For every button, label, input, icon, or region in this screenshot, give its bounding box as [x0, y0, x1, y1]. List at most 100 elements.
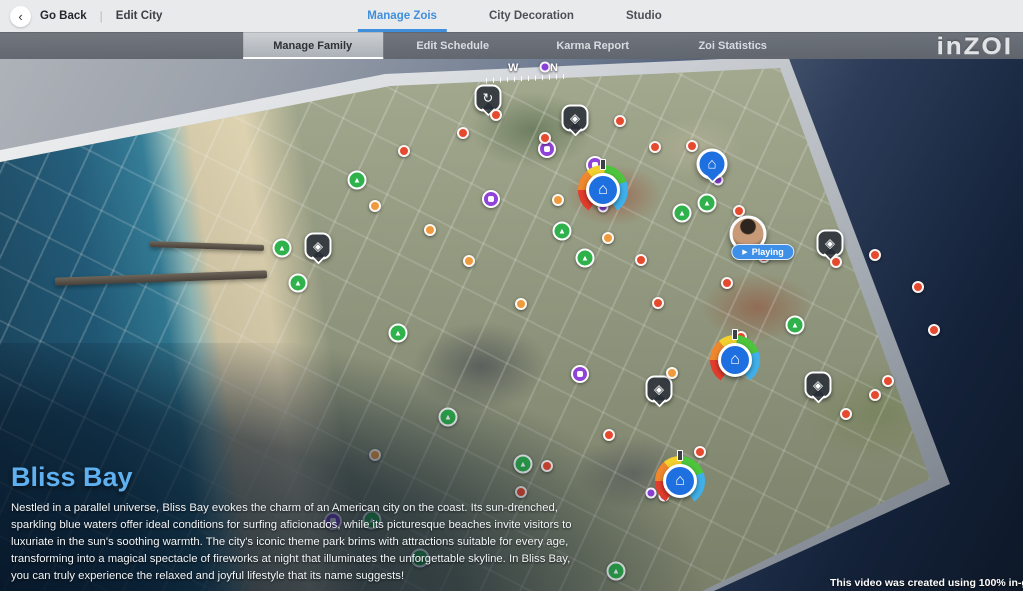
- zoi-dot-marker-orange[interactable]: [552, 194, 564, 206]
- landmark-pin-marker[interactable]: ◈: [805, 372, 832, 399]
- plot-available-marker[interactable]: ▲: [348, 171, 367, 190]
- zoi-dot-marker-red[interactable]: [912, 281, 924, 293]
- zoi-dot-marker-orange[interactable]: [463, 255, 475, 267]
- zoi-dot-marker-red[interactable]: [398, 145, 410, 157]
- landmark-pin-marker[interactable]: ◈: [305, 233, 332, 260]
- zoi-dot-marker-orange[interactable]: [369, 200, 381, 212]
- up-arrow-icon: ▲: [353, 176, 361, 184]
- plot-available-marker[interactable]: ▲: [673, 204, 692, 223]
- playing-status-badge[interactable]: ▶ Playing: [731, 244, 794, 260]
- zoi-dot-marker-orange[interactable]: [666, 367, 678, 379]
- landmark-pin-marker[interactable]: ◈: [562, 105, 589, 132]
- gem-icon: ◈: [813, 379, 823, 392]
- zoi-dot-marker-red[interactable]: [614, 115, 626, 127]
- up-arrow-icon: ▲: [394, 329, 402, 337]
- zoi-dot-marker-orange[interactable]: [369, 449, 381, 461]
- zoi-dot-marker-red[interactable]: [635, 254, 647, 266]
- house-icon: ⌂: [598, 182, 608, 198]
- plot-available-marker[interactable]: ▲: [439, 408, 458, 427]
- rotate-pin-marker[interactable]: ↻: [475, 85, 502, 112]
- up-arrow-icon: ▲: [703, 199, 711, 207]
- zoi-dot-marker-orange[interactable]: [602, 232, 614, 244]
- plot-available-marker[interactable]: ▲: [273, 239, 292, 258]
- landmark-pin-marker[interactable]: ◈: [817, 230, 844, 257]
- compass: W N: [486, 62, 570, 81]
- up-arrow-icon: ▲: [278, 244, 286, 252]
- zoi-dot-marker-red[interactable]: [840, 408, 852, 420]
- zoi-dot-marker-red[interactable]: [490, 109, 502, 121]
- up-arrow-icon: ▲: [678, 209, 686, 217]
- zoi-dot-marker-red[interactable]: [928, 324, 940, 336]
- zoi-dot-marker-red[interactable]: [652, 297, 664, 309]
- compass-north-label: N: [550, 62, 558, 74]
- main-tabs: Manage Zois City Decoration Studio: [363, 0, 665, 32]
- up-arrow-icon: ▲: [558, 227, 566, 235]
- city-name: Bliss Bay: [11, 462, 585, 493]
- back-chevron-icon: ‹: [18, 9, 22, 24]
- city-description: Nestled in a parallel universe, Bliss Ba…: [11, 500, 585, 585]
- gem-icon: ◈: [654, 383, 664, 396]
- video-watermark: This video was created using 100% in-gam…: [830, 577, 1023, 589]
- gauge-needle: [732, 329, 738, 340]
- plot-available-marker[interactable]: ▲: [389, 324, 408, 343]
- zoi-dot-marker-red[interactable]: [603, 429, 615, 441]
- subtab-manage-family[interactable]: Manage Family: [243, 32, 383, 59]
- sub-tabs: Manage FamilyEdit ScheduleKarma ReportZo…: [243, 32, 803, 59]
- compass-west-label: W: [508, 62, 518, 74]
- go-back-label[interactable]: Go Back: [40, 10, 87, 22]
- landmark-pin-marker[interactable]: ◈: [646, 376, 673, 403]
- play-icon: ▶: [742, 248, 747, 256]
- plot-available-marker[interactable]: ▲: [698, 194, 717, 213]
- inzoi-city-screen: W N ⌂⌂⌂⌂↻◈◈◈◈◈▶Playing▲▲▲▲▲▲▲▲▲▲▲▲▲▲ Bli…: [0, 0, 1023, 591]
- home-karma-gauge-marker[interactable]: ⌂: [710, 335, 760, 385]
- up-arrow-icon: ▲: [294, 279, 302, 287]
- zoi-dot-marker-red[interactable]: [882, 375, 894, 387]
- subtab-karma-report[interactable]: Karma Report: [523, 32, 663, 59]
- tab-city-decoration[interactable]: City Decoration: [485, 0, 578, 32]
- up-arrow-icon: ▲: [791, 321, 799, 329]
- home-pin-marker[interactable]: ⌂: [697, 149, 728, 180]
- plot-available-marker[interactable]: ▲: [576, 249, 595, 268]
- up-arrow-icon: ▲: [581, 254, 589, 262]
- gauge-needle: [600, 159, 606, 170]
- home-karma-gauge-marker[interactable]: ⌂: [578, 165, 628, 215]
- zoi-dot-marker-red[interactable]: [686, 140, 698, 152]
- plot-available-marker[interactable]: ▲: [553, 222, 572, 241]
- city-scene: W N ⌂⌂⌂⌂↻◈◈◈◈◈▶Playing▲▲▲▲▲▲▲▲▲▲▲▲▲▲ Bli…: [0, 0, 1023, 591]
- inzoi-logo: inZOI: [937, 31, 1013, 60]
- house-icon: ⌂: [730, 352, 740, 368]
- event-marker[interactable]: [571, 365, 589, 383]
- top-navigation-bar: ‹ Go Back | Edit City Manage Zois City De…: [0, 0, 1023, 32]
- playing-label: Playing: [752, 247, 784, 257]
- tab-studio[interactable]: Studio: [622, 0, 666, 32]
- gauge-needle: [677, 450, 683, 461]
- house-icon: ⌂: [707, 157, 716, 172]
- city-info: Bliss Bay Nestled in a parallel universe…: [11, 462, 585, 585]
- zoi-dot-marker-red[interactable]: [721, 277, 733, 289]
- zoi-dot-marker-red[interactable]: [830, 256, 842, 268]
- tab-manage-zois[interactable]: Manage Zois: [363, 0, 441, 32]
- zoi-dot-marker-orange[interactable]: [515, 298, 527, 310]
- rotate-icon: ↻: [483, 92, 494, 105]
- zoi-dot-marker-red[interactable]: [869, 249, 881, 261]
- zoi-dot-marker-red[interactable]: [869, 389, 881, 401]
- gem-icon: ◈: [570, 112, 580, 125]
- zoi-dot-marker-red[interactable]: [649, 141, 661, 153]
- plot-available-marker[interactable]: ▲: [289, 274, 308, 293]
- plot-available-marker[interactable]: ▲: [786, 316, 805, 335]
- edit-city-button[interactable]: Edit City: [116, 10, 163, 22]
- zoi-dot-marker-red[interactable]: [457, 127, 469, 139]
- subtab-edit-schedule[interactable]: Edit Schedule: [383, 32, 523, 59]
- zoi-dot-marker-orange[interactable]: [424, 224, 436, 236]
- plot-available-marker[interactable]: ▲: [607, 562, 626, 581]
- gem-icon: ◈: [313, 240, 323, 253]
- event-marker[interactable]: [482, 190, 500, 208]
- go-back-button[interactable]: ‹: [10, 6, 31, 27]
- zoi-dot-marker-red[interactable]: [539, 132, 551, 144]
- up-arrow-icon: ▲: [612, 567, 620, 575]
- home-karma-gauge-marker[interactable]: ⌂: [655, 456, 705, 506]
- divider: |: [100, 9, 103, 23]
- sub-navigation-bar: Manage FamilyEdit ScheduleKarma ReportZo…: [0, 32, 1023, 59]
- up-arrow-icon: ▲: [444, 413, 452, 421]
- subtab-zoi-statistics[interactable]: Zoi Statistics: [663, 32, 803, 59]
